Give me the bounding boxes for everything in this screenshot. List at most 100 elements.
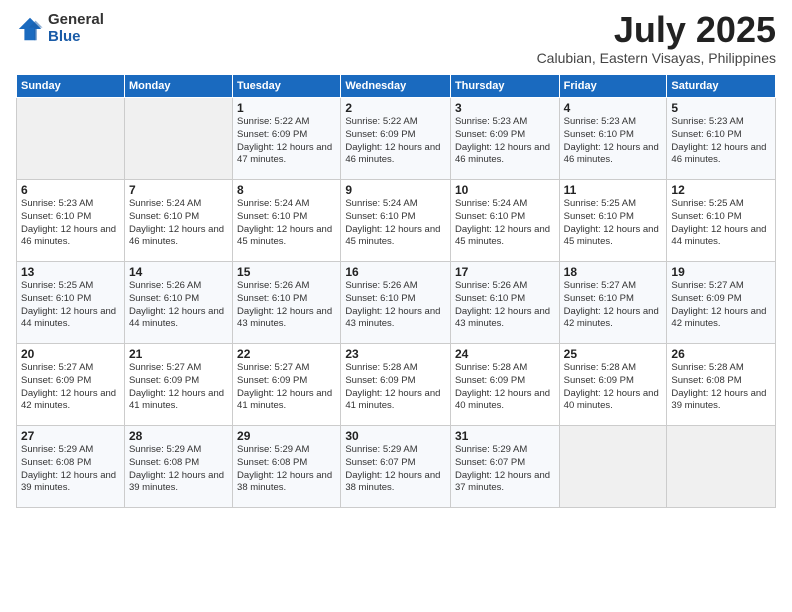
day-number: 19 [671,265,771,279]
col-header-sunday: Sunday [17,75,125,98]
logo-blue: Blue [48,28,81,45]
day-number: 8 [237,183,336,197]
day-number: 28 [129,429,228,443]
day-number: 21 [129,347,228,361]
calendar-cell: 1Sunrise: 5:22 AM Sunset: 6:09 PM Daylig… [233,98,341,180]
calendar-cell: 13Sunrise: 5:25 AM Sunset: 6:10 PM Dayli… [17,262,125,344]
calendar-cell: 8Sunrise: 5:24 AM Sunset: 6:10 PM Daylig… [233,180,341,262]
day-number: 22 [237,347,336,361]
day-number: 11 [564,183,663,197]
calendar-cell: 16Sunrise: 5:26 AM Sunset: 6:10 PM Dayli… [341,262,451,344]
day-number: 4 [564,101,663,115]
day-number: 6 [21,183,120,197]
day-number: 3 [455,101,555,115]
col-header-tuesday: Tuesday [233,75,341,98]
calendar-cell: 15Sunrise: 5:26 AM Sunset: 6:10 PM Dayli… [233,262,341,344]
calendar-cell: 3Sunrise: 5:23 AM Sunset: 6:09 PM Daylig… [450,98,559,180]
calendar-cell: 22Sunrise: 5:27 AM Sunset: 6:09 PM Dayli… [233,344,341,426]
logo-icon [16,15,44,43]
subtitle: Calubian, Eastern Visayas, Philippines [537,50,776,66]
calendar-cell [667,426,776,508]
calendar-cell: 27Sunrise: 5:29 AM Sunset: 6:08 PM Dayli… [17,426,125,508]
day-info: Sunrise: 5:24 AM Sunset: 6:10 PM Dayligh… [129,198,228,249]
calendar-week-0: 1Sunrise: 5:22 AM Sunset: 6:09 PM Daylig… [17,98,776,180]
calendar-week-1: 6Sunrise: 5:23 AM Sunset: 6:10 PM Daylig… [17,180,776,262]
day-info: Sunrise: 5:23 AM Sunset: 6:10 PM Dayligh… [671,116,771,167]
calendar-cell [124,98,232,180]
col-header-thursday: Thursday [450,75,559,98]
day-info: Sunrise: 5:27 AM Sunset: 6:09 PM Dayligh… [671,280,771,331]
calendar-cell: 26Sunrise: 5:28 AM Sunset: 6:08 PM Dayli… [667,344,776,426]
day-number: 5 [671,101,771,115]
calendar-week-4: 27Sunrise: 5:29 AM Sunset: 6:08 PM Dayli… [17,426,776,508]
day-info: Sunrise: 5:25 AM Sunset: 6:10 PM Dayligh… [564,198,663,249]
logo: General Blue [16,12,104,45]
day-info: Sunrise: 5:24 AM Sunset: 6:10 PM Dayligh… [345,198,446,249]
day-info: Sunrise: 5:27 AM Sunset: 6:09 PM Dayligh… [21,362,120,413]
day-number: 14 [129,265,228,279]
day-info: Sunrise: 5:23 AM Sunset: 6:09 PM Dayligh… [455,116,555,167]
logo-text: General Blue [48,12,104,45]
day-number: 27 [21,429,120,443]
calendar-cell: 5Sunrise: 5:23 AM Sunset: 6:10 PM Daylig… [667,98,776,180]
col-header-saturday: Saturday [667,75,776,98]
calendar-cell: 23Sunrise: 5:28 AM Sunset: 6:09 PM Dayli… [341,344,451,426]
col-header-wednesday: Wednesday [341,75,451,98]
day-number: 9 [345,183,446,197]
day-info: Sunrise: 5:25 AM Sunset: 6:10 PM Dayligh… [21,280,120,331]
day-info: Sunrise: 5:28 AM Sunset: 6:09 PM Dayligh… [564,362,663,413]
day-number: 23 [345,347,446,361]
day-info: Sunrise: 5:24 AM Sunset: 6:10 PM Dayligh… [237,198,336,249]
day-info: Sunrise: 5:26 AM Sunset: 6:10 PM Dayligh… [237,280,336,331]
day-info: Sunrise: 5:27 AM Sunset: 6:09 PM Dayligh… [129,362,228,413]
calendar-cell: 20Sunrise: 5:27 AM Sunset: 6:09 PM Dayli… [17,344,125,426]
day-info: Sunrise: 5:29 AM Sunset: 6:08 PM Dayligh… [21,444,120,495]
calendar-cell: 30Sunrise: 5:29 AM Sunset: 6:07 PM Dayli… [341,426,451,508]
day-number: 26 [671,347,771,361]
calendar-cell: 6Sunrise: 5:23 AM Sunset: 6:10 PM Daylig… [17,180,125,262]
day-info: Sunrise: 5:26 AM Sunset: 6:10 PM Dayligh… [345,280,446,331]
day-number: 24 [455,347,555,361]
calendar-cell: 18Sunrise: 5:27 AM Sunset: 6:10 PM Dayli… [559,262,667,344]
title-block: July 2025 Calubian, Eastern Visayas, Phi… [537,12,776,66]
calendar-cell: 21Sunrise: 5:27 AM Sunset: 6:09 PM Dayli… [124,344,232,426]
calendar-cell: 7Sunrise: 5:24 AM Sunset: 6:10 PM Daylig… [124,180,232,262]
calendar-week-3: 20Sunrise: 5:27 AM Sunset: 6:09 PM Dayli… [17,344,776,426]
day-info: Sunrise: 5:22 AM Sunset: 6:09 PM Dayligh… [345,116,446,167]
day-info: Sunrise: 5:24 AM Sunset: 6:10 PM Dayligh… [455,198,555,249]
calendar-cell: 24Sunrise: 5:28 AM Sunset: 6:09 PM Dayli… [450,344,559,426]
col-header-friday: Friday [559,75,667,98]
day-number: 16 [345,265,446,279]
day-info: Sunrise: 5:29 AM Sunset: 6:08 PM Dayligh… [129,444,228,495]
calendar-cell: 2Sunrise: 5:22 AM Sunset: 6:09 PM Daylig… [341,98,451,180]
logo-general: General [48,11,104,28]
col-header-monday: Monday [124,75,232,98]
page-header: General Blue July 2025 Calubian, Eastern… [16,12,776,66]
day-number: 30 [345,429,446,443]
day-info: Sunrise: 5:22 AM Sunset: 6:09 PM Dayligh… [237,116,336,167]
calendar-cell: 12Sunrise: 5:25 AM Sunset: 6:10 PM Dayli… [667,180,776,262]
day-info: Sunrise: 5:29 AM Sunset: 6:07 PM Dayligh… [455,444,555,495]
day-number: 17 [455,265,555,279]
day-number: 1 [237,101,336,115]
day-number: 25 [564,347,663,361]
day-info: Sunrise: 5:28 AM Sunset: 6:09 PM Dayligh… [345,362,446,413]
day-info: Sunrise: 5:23 AM Sunset: 6:10 PM Dayligh… [564,116,663,167]
day-info: Sunrise: 5:26 AM Sunset: 6:10 PM Dayligh… [455,280,555,331]
day-number: 13 [21,265,120,279]
day-info: Sunrise: 5:25 AM Sunset: 6:10 PM Dayligh… [671,198,771,249]
calendar-week-2: 13Sunrise: 5:25 AM Sunset: 6:10 PM Dayli… [17,262,776,344]
calendar-cell: 14Sunrise: 5:26 AM Sunset: 6:10 PM Dayli… [124,262,232,344]
main-title: July 2025 [537,12,776,48]
calendar-cell: 28Sunrise: 5:29 AM Sunset: 6:08 PM Dayli… [124,426,232,508]
day-number: 20 [21,347,120,361]
day-number: 7 [129,183,228,197]
day-info: Sunrise: 5:23 AM Sunset: 6:10 PM Dayligh… [21,198,120,249]
day-info: Sunrise: 5:27 AM Sunset: 6:10 PM Dayligh… [564,280,663,331]
calendar-cell: 29Sunrise: 5:29 AM Sunset: 6:08 PM Dayli… [233,426,341,508]
day-number: 10 [455,183,555,197]
calendar-cell: 10Sunrise: 5:24 AM Sunset: 6:10 PM Dayli… [450,180,559,262]
calendar-cell: 31Sunrise: 5:29 AM Sunset: 6:07 PM Dayli… [450,426,559,508]
day-number: 18 [564,265,663,279]
day-info: Sunrise: 5:28 AM Sunset: 6:09 PM Dayligh… [455,362,555,413]
